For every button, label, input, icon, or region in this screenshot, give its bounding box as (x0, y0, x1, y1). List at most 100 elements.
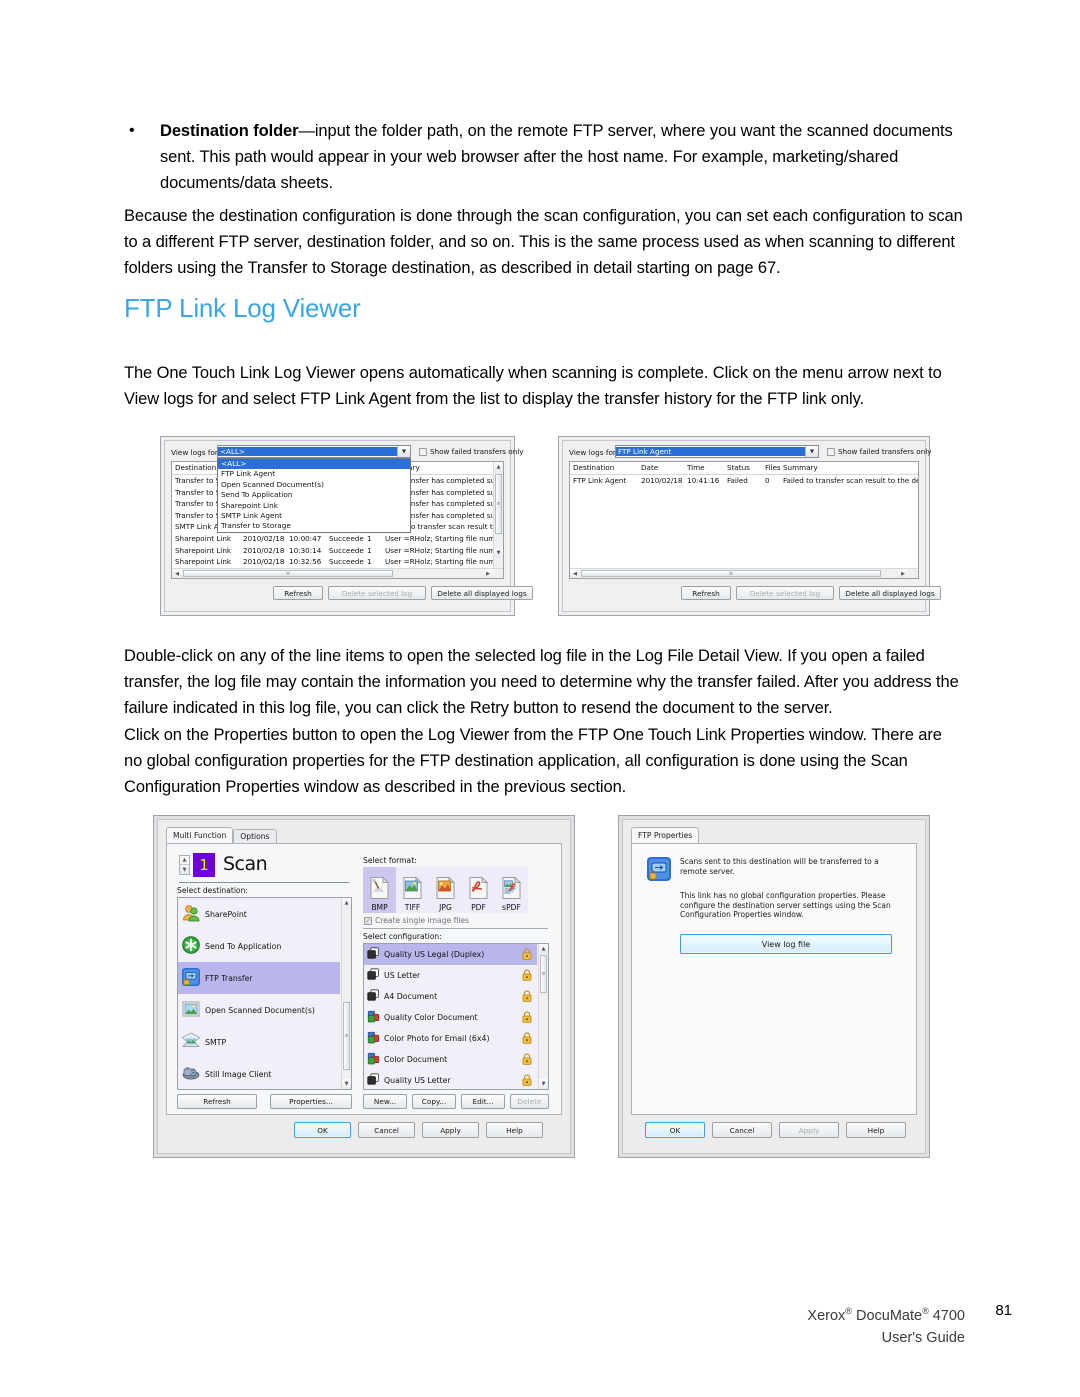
delete-all-displayed-logs-button-left[interactable]: Delete all displayed logs (431, 586, 533, 600)
destination-refresh-button[interactable]: Refresh (177, 1094, 257, 1109)
config-delete-button[interactable]: Delete (510, 1094, 549, 1109)
tab-ftp-properties[interactable]: FTP Properties (631, 827, 700, 843)
ftp-properties-tabstrip[interactable]: FTP Properties (631, 827, 700, 843)
table-cell: 1 (367, 545, 372, 555)
format-tiff[interactable]: TIFF (396, 867, 429, 913)
config-copy-button[interactable]: Copy... (412, 1094, 456, 1109)
scroll-up-arrow-icon[interactable]: ▲ (539, 944, 548, 954)
table-row[interactable]: FTP Link Agent 2010/02/18 10:41:16 Failed 0 F… (570, 475, 918, 487)
destination-item-smtp[interactable]: SMTP (178, 1026, 340, 1058)
horizontal-scrollbar-left[interactable]: ◀ ≡ ▶ (172, 568, 503, 578)
configuration-scrollbar[interactable]: ▲ ≡ ▼ (538, 944, 548, 1089)
chevron-down-icon[interactable]: ▼ (397, 446, 410, 457)
configuration-list[interactable]: Quality US Legal (Duplex) US Letter A4 D… (363, 943, 549, 1090)
scroll-up-arrow-icon[interactable]: ▲ (342, 898, 351, 908)
delete-all-displayed-logs-button-right[interactable]: Delete all displayed logs (839, 586, 941, 600)
config-edit-button[interactable]: Edit... (461, 1094, 505, 1109)
log-list-right[interactable]: Destination Date Time Status Files Summary FT… (569, 461, 919, 579)
destination-item-open-scanned-document-s[interactable]: Open Scanned Document(s) (178, 994, 340, 1026)
view-logs-dropdown-left[interactable]: <ALL> FTP Link Agent Open Scanned Document… (217, 458, 411, 533)
configuration-item[interactable]: Color Photo for Email (6x4) (364, 1028, 537, 1049)
view-log-file-button[interactable]: View log file (680, 934, 892, 954)
format-bmp[interactable]: BMP (363, 867, 396, 913)
chevron-down-icon[interactable]: ▼ (805, 446, 818, 457)
dropdown-option[interactable]: SMTP Link Agent (218, 511, 410, 521)
scroll-right-arrow-icon[interactable]: ▶ (483, 569, 493, 578)
destination-item-sharepoint[interactable]: SharePoint (178, 898, 340, 930)
dropdown-option[interactable]: <ALL> (218, 459, 410, 470)
ftp-properties-ok-button[interactable]: OK (645, 1122, 705, 1138)
table-row[interactable]: Sharepoint Link 2010/02/18 10:00:47 Succeed… (172, 533, 503, 545)
config-new-button[interactable]: New... (363, 1094, 407, 1109)
configuration-item[interactable]: Quality US Legal (Duplex) (364, 944, 537, 965)
dropdown-option[interactable]: Sharepoint Link (218, 501, 410, 511)
configuration-item[interactable]: Quality Color Document (364, 1007, 537, 1028)
scroll-down-arrow-icon[interactable]: ▼ (342, 1079, 351, 1089)
document-page: • Destination folder—input the folder pa… (0, 0, 1080, 1397)
tab-options[interactable]: Options (233, 829, 277, 843)
spinner-down-arrow-icon[interactable]: ▼ (180, 865, 189, 874)
destination-list[interactable]: SharePoint Send To Application FTP Trans… (177, 897, 352, 1090)
configuration-item[interactable]: Color Document (364, 1049, 537, 1070)
ftp-transfer-icon (647, 857, 671, 881)
tab-multi-function[interactable]: Multi Function (166, 827, 234, 843)
dropdown-option[interactable]: Open Scanned Document(s) (218, 480, 410, 490)
format-selector[interactable]: BMP TIFF JPG PDF sPDF (363, 867, 528, 913)
button-number-spinner[interactable]: ▲ ▼ (179, 855, 190, 875)
scroll-thumb[interactable]: ≡ (343, 1002, 350, 1070)
delete-selected-log-button-right[interactable]: Delete selected log (736, 586, 834, 600)
file-spdf-icon (500, 876, 523, 902)
format-pdf[interactable]: PDF (462, 867, 495, 913)
configuration-item[interactable]: US Letter (364, 965, 537, 986)
format-jpg[interactable]: JPG (429, 867, 462, 913)
scroll-left-arrow-icon[interactable]: ◀ (172, 569, 182, 578)
horizontal-scrollbar-right[interactable]: ◀ ≡ ▶ (570, 568, 918, 578)
scroll-thumb-h[interactable]: ≡ (581, 570, 881, 577)
destination-item-label: FTP Transfer (205, 973, 253, 983)
scroll-thumb-h[interactable]: ≡ (183, 570, 393, 577)
scroll-up-arrow-icon[interactable]: ▲ (494, 462, 503, 472)
refresh-button-right[interactable]: Refresh (681, 586, 731, 600)
ftp-properties-help-button[interactable]: Help (846, 1122, 906, 1138)
destination-properties-button[interactable]: Properties... (270, 1094, 352, 1109)
log-list-body-right[interactable]: FTP Link Agent 2010/02/18 10:41:16 Failed 0 F… (570, 475, 918, 487)
configuration-item[interactable]: A4 Document (364, 986, 537, 1007)
scan-dialog-help-button[interactable]: Help (486, 1122, 543, 1138)
destination-list-body[interactable]: SharePoint Send To Application FTP Trans… (178, 898, 340, 1089)
table-row[interactable]: Sharepoint Link 2010/02/18 10:30:14 Succeed… (172, 545, 503, 557)
show-failed-checkbox-left[interactable]: Show failed transfers only (419, 447, 524, 456)
scroll-down-arrow-icon[interactable]: ▼ (494, 548, 503, 558)
scan-dialog-tabstrip[interactable]: Multi Function Options (166, 827, 277, 843)
color-pages-icon (367, 1052, 380, 1067)
view-logs-combo-right[interactable]: FTP Link Agent ▼ (615, 445, 819, 458)
destination-item-still-image-client[interactable]: Still Image Client (178, 1058, 340, 1089)
dropdown-option[interactable]: FTP Link Agent (218, 469, 410, 479)
scroll-right-arrow-icon[interactable]: ▶ (898, 569, 908, 578)
scroll-left-arrow-icon[interactable]: ◀ (570, 569, 580, 578)
scroll-thumb[interactable]: ≡ (540, 955, 547, 993)
format-spdf[interactable]: sPDF (495, 867, 528, 913)
table-row[interactable]: Sharepoint Link 2010/02/18 10:32:56 Succeed… (172, 556, 503, 568)
dropdown-option[interactable]: Send To Application (218, 490, 410, 500)
show-failed-checkbox-right[interactable]: Show failed transfers only (827, 447, 932, 456)
ftp-properties-cancel-button[interactable]: Cancel (712, 1122, 772, 1138)
column-header: Summary (783, 463, 818, 472)
create-single-image-files-checkbox[interactable]: ✓ Create single image files (364, 916, 469, 925)
scan-dialog-apply-button[interactable]: Apply (422, 1122, 479, 1138)
view-logs-combo-left[interactable]: <ALL> ▼ (217, 445, 411, 458)
configuration-item[interactable]: Quality US Letter (364, 1070, 537, 1089)
vertical-scrollbar-left[interactable]: ▲ ≡ ▼ (493, 462, 503, 568)
scroll-down-arrow-icon[interactable]: ▼ (539, 1079, 548, 1089)
scan-dialog-cancel-button[interactable]: Cancel (358, 1122, 415, 1138)
delete-selected-log-button-left[interactable]: Delete selected log (328, 586, 426, 600)
ftp-properties-apply-button[interactable]: Apply (779, 1122, 839, 1138)
destination-scrollbar[interactable]: ▲ ≡ ▼ (341, 898, 351, 1089)
scan-dialog-ok-button[interactable]: OK (294, 1122, 351, 1138)
destination-item-send-to-application[interactable]: Send To Application (178, 930, 340, 962)
destination-item-ftp-transfer[interactable]: FTP Transfer (178, 962, 340, 994)
spinner-up-arrow-icon[interactable]: ▲ (180, 856, 189, 865)
dropdown-option[interactable]: Transfer to Storage (218, 521, 410, 531)
refresh-button-left[interactable]: Refresh (273, 586, 323, 600)
configuration-list-body[interactable]: Quality US Legal (Duplex) US Letter A4 D… (364, 944, 537, 1089)
scroll-thumb[interactable]: ≡ (495, 474, 502, 534)
